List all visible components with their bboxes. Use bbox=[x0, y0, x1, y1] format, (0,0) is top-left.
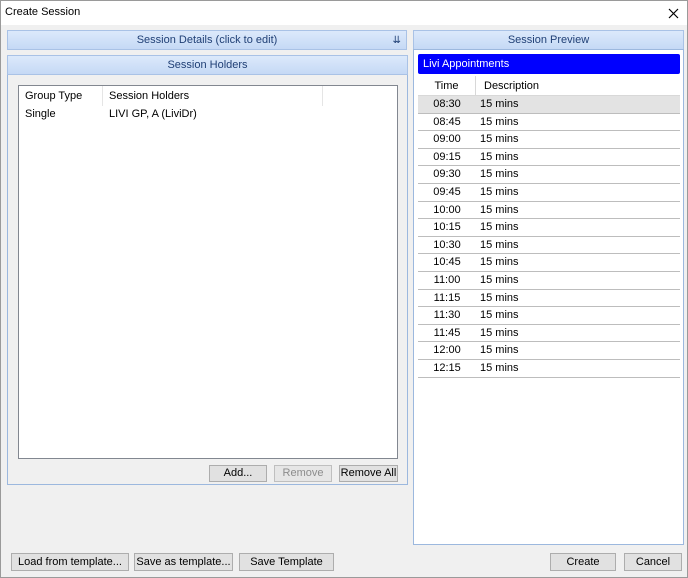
description-cell: 15 mins bbox=[480, 256, 519, 269]
table-row[interactable]: 10:30 15 mins bbox=[418, 237, 680, 255]
description-cell: 15 mins bbox=[480, 221, 519, 234]
table-row[interactable]: 11:15 15 mins bbox=[418, 290, 680, 308]
create-session-window: Create Session Session Details (click to… bbox=[0, 0, 688, 578]
description-cell: 15 mins bbox=[480, 185, 519, 198]
description-cell: 15 mins bbox=[480, 238, 519, 251]
time-cell: 11:45 bbox=[433, 326, 461, 339]
double-chevron-down-icon[interactable]: ⇊ bbox=[393, 32, 401, 50]
time-cell: 08:30 bbox=[433, 98, 461, 110]
close-button[interactable] bbox=[659, 1, 687, 25]
description-cell: 15 mins bbox=[480, 98, 519, 110]
session-preview-header: Session Preview bbox=[413, 30, 684, 50]
time-cell: 09:30 bbox=[433, 168, 461, 181]
table-row[interactable]: 10:45 15 mins bbox=[418, 254, 680, 272]
session-holders-title: Session Holders bbox=[167, 59, 248, 71]
session-preview-title: Session Preview bbox=[507, 34, 590, 46]
time-cell: 10:30 bbox=[433, 238, 461, 251]
session-holders-header: Session Holders bbox=[7, 55, 408, 75]
session-preview-panel: Livi Appointments Time Description 08:30… bbox=[413, 49, 684, 545]
session-details-label: Session Details (click to edit) bbox=[136, 34, 278, 46]
time-cell: 12:15 bbox=[433, 361, 461, 374]
remove-button[interactable]: Remove bbox=[274, 465, 332, 482]
description-cell: 15 mins bbox=[480, 115, 519, 128]
table-row[interactable]: 11:45 15 mins bbox=[418, 325, 680, 343]
time-cell: 11:15 bbox=[433, 291, 461, 304]
group-type-cell: Single bbox=[25, 108, 56, 120]
time-cell: 08:45 bbox=[433, 115, 461, 128]
remove-all-button[interactable]: Remove All bbox=[339, 465, 398, 482]
description-cell: 15 mins bbox=[480, 361, 519, 374]
time-cell: 09:45 bbox=[433, 185, 461, 198]
window-title: Create Session bbox=[5, 6, 81, 18]
description-cell: 15 mins bbox=[480, 326, 519, 339]
table-row[interactable]: 08:30 15 mins bbox=[418, 96, 680, 114]
time-cell: 11:30 bbox=[433, 309, 461, 322]
description-cell: 15 mins bbox=[480, 344, 519, 357]
slot-type-header: Livi Appointments bbox=[418, 54, 680, 74]
table-row[interactable]: 11:00 15 mins bbox=[418, 272, 680, 290]
column-header-session-holders[interactable]: Session Holders bbox=[103, 86, 323, 106]
cancel-button[interactable]: Cancel bbox=[624, 553, 682, 571]
create-button[interactable]: Create bbox=[550, 553, 616, 571]
description-cell: 15 mins bbox=[480, 133, 519, 146]
description-cell: 15 mins bbox=[480, 291, 519, 304]
table-row[interactable]: 09:00 15 mins bbox=[418, 131, 680, 149]
close-icon bbox=[668, 8, 678, 18]
description-cell: 15 mins bbox=[480, 273, 519, 286]
list-item[interactable]: Single LIVI GP, A (LiviDr) bbox=[19, 106, 397, 122]
time-cell: 10:45 bbox=[433, 256, 461, 269]
description-cell: 15 mins bbox=[480, 309, 519, 322]
time-cell: 09:15 bbox=[433, 150, 461, 163]
save-as-template-button[interactable]: Save as template... bbox=[134, 553, 233, 571]
table-row[interactable]: 11:30 15 mins bbox=[418, 307, 680, 325]
session-holders-list[interactable]: Group Type Session Holders Single LIVI G… bbox=[18, 85, 398, 459]
table-row[interactable]: 09:15 15 mins bbox=[418, 149, 680, 167]
column-header-time[interactable]: Time bbox=[418, 76, 476, 96]
time-cell: 10:15 bbox=[433, 221, 461, 234]
time-cell: 09:00 bbox=[433, 133, 461, 146]
table-row[interactable]: 09:30 15 mins bbox=[418, 166, 680, 184]
load-from-template-button[interactable]: Load from template... bbox=[11, 553, 129, 571]
table-row[interactable]: 10:15 15 mins bbox=[418, 219, 680, 237]
save-template-button[interactable]: Save Template bbox=[239, 553, 334, 571]
title-bar: Create Session bbox=[1, 1, 687, 25]
session-holder-cell: LIVI GP, A (LiviDr) bbox=[109, 108, 197, 120]
list-header: Group Type Session Holders bbox=[19, 86, 397, 106]
table-row[interactable]: 12:15 15 mins bbox=[418, 360, 680, 378]
grid-header: Time Description bbox=[418, 76, 680, 96]
appointment-grid: Time Description 08:30 15 mins 08:45 15 min… bbox=[418, 76, 680, 378]
description-cell: 15 mins bbox=[480, 168, 519, 181]
time-cell: 10:00 bbox=[433, 203, 461, 216]
table-row[interactable]: 10:00 15 mins bbox=[418, 202, 680, 220]
session-details-header[interactable]: Session Details (click to edit) ⇊ bbox=[7, 30, 407, 50]
time-cell: 11:00 bbox=[433, 273, 461, 286]
table-row[interactable]: 08:45 15 mins bbox=[418, 114, 680, 132]
description-cell: 15 mins bbox=[480, 203, 519, 216]
column-header-description[interactable]: Description bbox=[476, 76, 539, 96]
add-button[interactable]: Add... bbox=[209, 465, 267, 482]
description-cell: 15 mins bbox=[480, 150, 519, 163]
time-cell: 12:00 bbox=[433, 344, 461, 357]
column-header-group-type[interactable]: Group Type bbox=[19, 86, 103, 106]
table-row[interactable]: 12:00 15 mins bbox=[418, 342, 680, 360]
table-row[interactable]: 09:45 15 mins bbox=[418, 184, 680, 202]
